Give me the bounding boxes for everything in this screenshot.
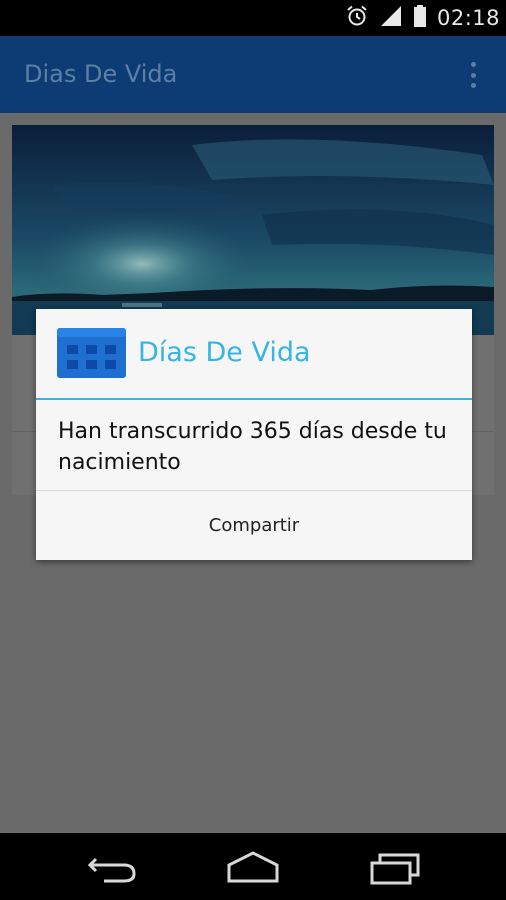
signal-icon (379, 4, 403, 32)
back-icon[interactable] (82, 845, 142, 889)
battery-icon (413, 4, 427, 32)
calendar-icon (57, 328, 126, 378)
alarm-icon (345, 4, 369, 32)
share-button[interactable]: Compartir (36, 491, 472, 560)
hero-image (12, 125, 494, 335)
dialog-title: Días De Vida (138, 337, 311, 368)
status-bar: 02:18 (0, 0, 506, 36)
dialog-message: Han transcurrido 365 días desde tu nacim… (58, 419, 447, 475)
dialog: Días De Vida Han transcurrido 365 días d… (36, 309, 472, 560)
status-time: 02:18 (436, 6, 500, 30)
app-bar: Dias De Vida (0, 36, 506, 113)
status-icons: 02:18 (345, 0, 500, 36)
home-icon[interactable] (223, 845, 283, 889)
recents-icon[interactable] (366, 845, 426, 889)
screen: 02:18 Dias De Vida Días De Vida Han tran… (0, 0, 506, 900)
app-title: Dias De Vida (24, 60, 178, 88)
dialog-title-divider (36, 398, 472, 400)
navigation-bar (0, 833, 506, 900)
dialog-header: Días De Vida (36, 309, 472, 399)
overflow-menu-icon[interactable] (468, 62, 478, 88)
